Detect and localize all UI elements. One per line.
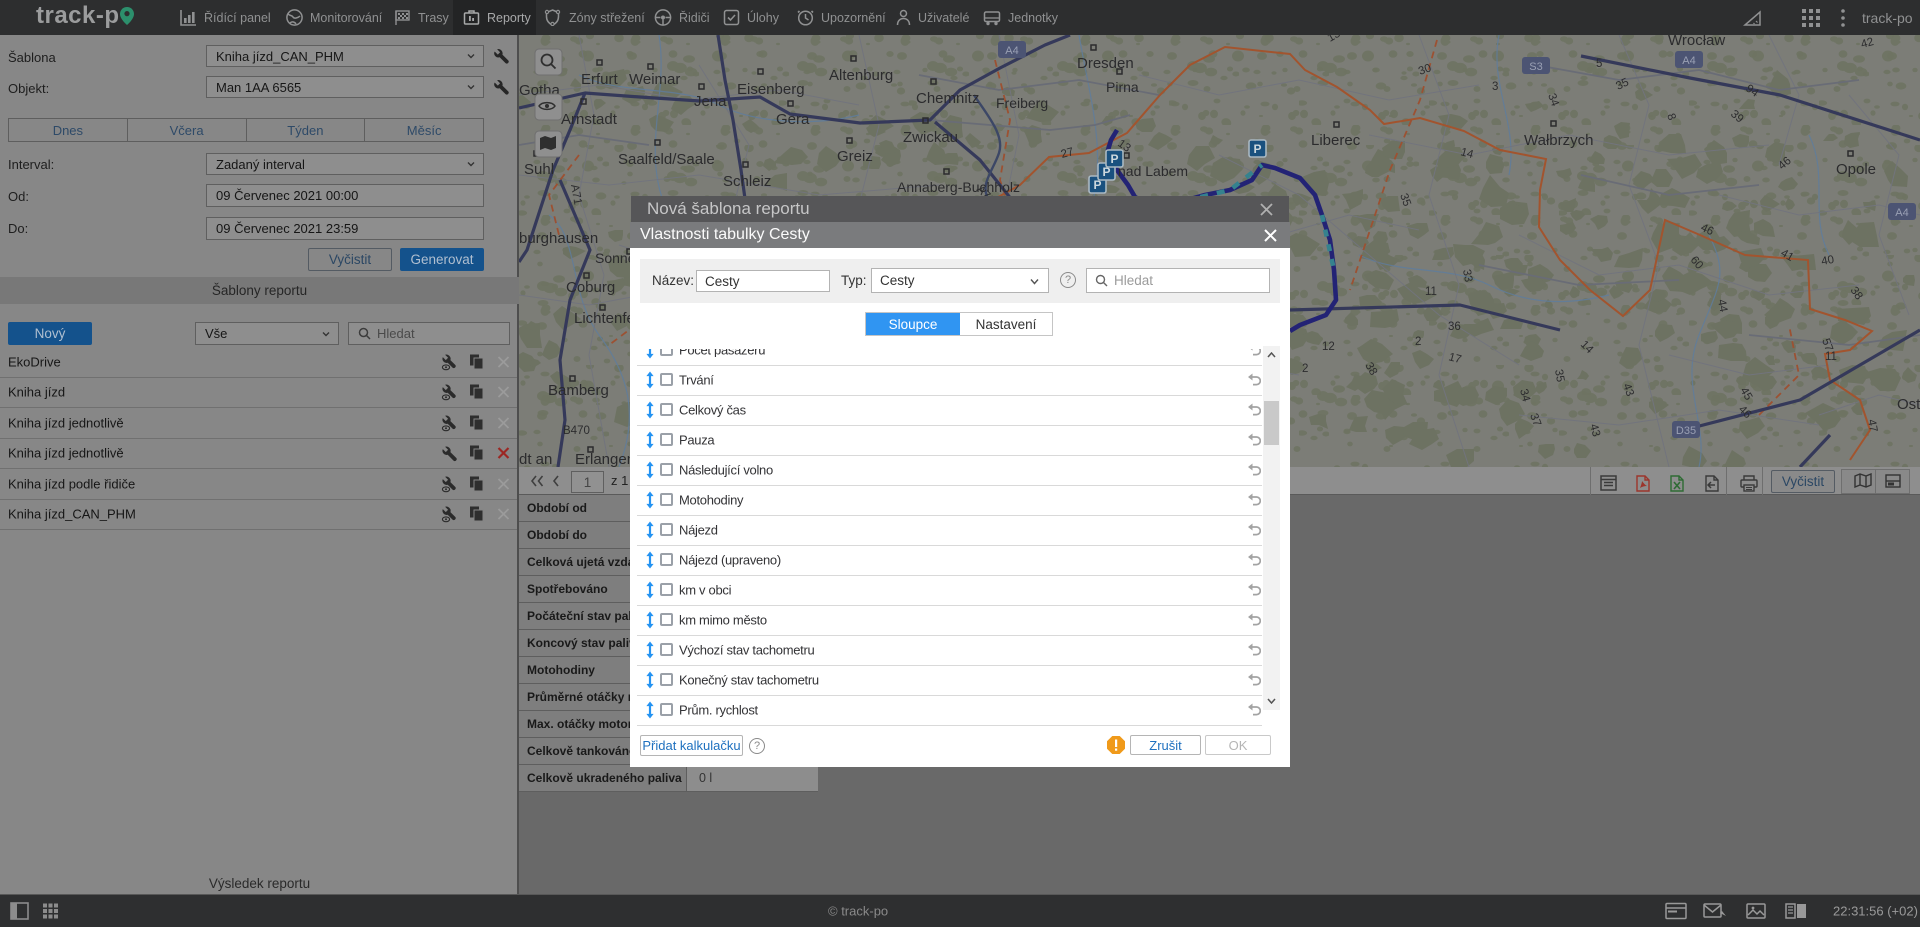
svg-text:Ostra: Ostra <box>1897 396 1920 413</box>
svg-text:47: 47 <box>1865 418 1879 433</box>
svg-text:Jena: Jena <box>694 93 727 110</box>
svg-text:Freiberg: Freiberg <box>996 95 1048 111</box>
svg-text:Wrocław: Wrocław <box>1668 35 1725 49</box>
svg-text:11: 11 <box>1825 351 1837 363</box>
svg-text:Erfurt: Erfurt <box>581 71 619 88</box>
svg-text:Weimar: Weimar <box>629 71 680 88</box>
svg-text:nad Labem: nad Labem <box>1118 163 1188 179</box>
svg-text:33: 33 <box>1460 268 1474 283</box>
svg-text:S3: S3 <box>1529 61 1542 73</box>
svg-text:A4: A4 <box>1682 55 1695 67</box>
svg-text:11: 11 <box>1425 286 1437 298</box>
svg-text:Saalfeld/Saale: Saalfeld/Saale <box>618 151 715 168</box>
svg-text:A4: A4 <box>1005 45 1018 57</box>
svg-text:Coburg: Coburg <box>566 279 615 296</box>
svg-text:Wałbrzych: Wałbrzych <box>1524 132 1593 149</box>
svg-text:2: 2 <box>1415 336 1421 348</box>
svg-text:Suhl: Suhl <box>524 161 554 178</box>
svg-text:Opole: Opole <box>1836 161 1876 178</box>
svg-text:dt an: dt an <box>519 451 552 467</box>
svg-text:Schleiz: Schleiz <box>723 173 771 190</box>
svg-text:5: 5 <box>1596 58 1602 70</box>
svg-text:Liberec: Liberec <box>1311 132 1361 149</box>
svg-text:Zwickau: Zwickau <box>903 129 958 146</box>
svg-text:Pirna: Pirna <box>1106 79 1139 95</box>
svg-text:36: 36 <box>1448 321 1461 333</box>
svg-text:Bamberg: Bamberg <box>548 382 609 399</box>
svg-text:burghausen: burghausen <box>519 230 598 247</box>
svg-text:Annaberg-Buchholz: Annaberg-Buchholz <box>897 179 1020 195</box>
svg-text:Altenburg: Altenburg <box>829 67 893 84</box>
svg-text:P: P <box>1110 152 1118 166</box>
svg-text:3: 3 <box>1492 81 1498 93</box>
svg-text:Chemnitz: Chemnitz <box>916 90 979 107</box>
svg-text:Greiz: Greiz <box>837 148 873 165</box>
svg-text:35: 35 <box>1552 368 1566 383</box>
svg-text:Gera: Gera <box>776 111 810 128</box>
svg-text:P: P <box>1253 142 1261 156</box>
svg-text:Dresden: Dresden <box>1077 55 1134 72</box>
svg-text:D35: D35 <box>1676 425 1696 437</box>
svg-text:12: 12 <box>1322 341 1335 353</box>
svg-text:B470: B470 <box>563 425 590 437</box>
svg-text:40: 40 <box>1820 254 1835 268</box>
svg-text:Erlangen: Erlangen <box>575 451 635 467</box>
svg-text:Arnstadt: Arnstadt <box>561 111 618 128</box>
svg-text:Eisenberg: Eisenberg <box>737 81 805 98</box>
svg-text:A4: A4 <box>1895 207 1908 219</box>
svg-text:2: 2 <box>1302 363 1308 375</box>
